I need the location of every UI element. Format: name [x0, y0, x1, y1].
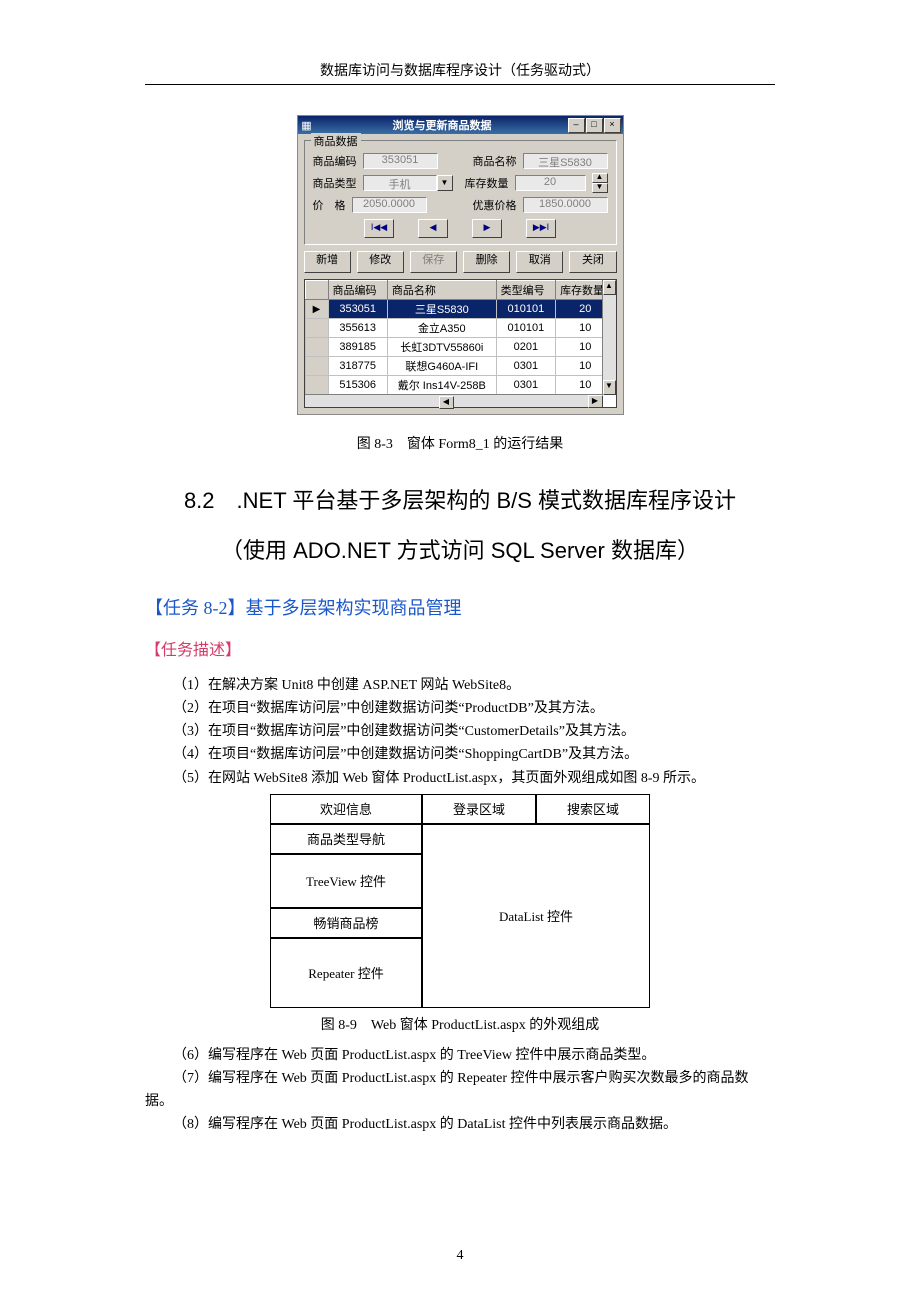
col-typeid[interactable]: 类型编号 [496, 281, 555, 300]
maximize-button[interactable]: □ [586, 118, 603, 133]
nav-prev-button[interactable]: ◀ [418, 219, 448, 238]
cell: 0301 [496, 357, 555, 376]
grid-row[interactable]: 515306 戴尔 Ins14V-258B 0301 10 [305, 376, 615, 395]
product-data-group: 商品数据 商品编码 353051 商品名称 三星S5830 商品类型 手机 ▼ … [304, 140, 617, 245]
delete-button[interactable]: 删除 [463, 251, 510, 273]
diagram-cell-hot: 畅销商品榜 [270, 908, 422, 938]
diagram-cell-welcome: 欢迎信息 [270, 794, 422, 824]
input-product-code[interactable]: 353051 [363, 153, 438, 169]
label-price: 价 格 [313, 197, 346, 213]
section-heading-line2: （使用 ADO.NET 方式访问 SQL Server 数据库） [145, 531, 775, 571]
grid-row[interactable]: 355613 金立A350 010101 10 [305, 319, 615, 338]
paragraph: （7）编写程序在 Web 页面 ProductList.aspx 的 Repea… [145, 1067, 775, 1113]
cell: 长虹3DTV55860i [387, 338, 496, 357]
running-header: 数据库访问与数据库程序设计（任务驱动式） [145, 60, 775, 80]
grid-row[interactable]: ▶ 353051 三星S5830 010101 20 [305, 300, 615, 319]
paragraph: （8）编写程序在 Web 页面 ProductList.aspx 的 DataL… [145, 1113, 775, 1136]
cell: 010101 [496, 319, 555, 338]
label-product-name: 商品名称 [473, 153, 517, 169]
page-number: 4 [0, 1248, 920, 1264]
col-code[interactable]: 商品编码 [328, 281, 387, 300]
label-promo-price: 优惠价格 [473, 197, 517, 213]
nav-first-button[interactable]: I◀◀ [364, 219, 394, 238]
vertical-scrollbar[interactable]: ▲ ▼ [602, 280, 616, 395]
scroll-right-icon[interactable]: ▶ [588, 395, 603, 408]
header-rule [145, 84, 775, 85]
cell: 戴尔 Ins14V-258B [387, 376, 496, 395]
winform-title: 浏览与更新商品数据 [314, 117, 568, 133]
figure-8-3: ▦ 浏览与更新商品数据 – □ × 商品数据 商品编码 353051 商品名称 … [145, 115, 775, 415]
cell: 010101 [496, 300, 555, 319]
input-product-name[interactable]: 三星S5830 [523, 153, 608, 169]
col-name[interactable]: 商品名称 [387, 281, 496, 300]
nav-last-button[interactable]: ▶▶I [526, 219, 556, 238]
combo-product-type-value: 手机 [363, 175, 437, 191]
figure-8-3-caption: 图 8-3 窗体 Form8_1 的运行结果 [145, 433, 775, 453]
label-product-type: 商品类型 [313, 175, 357, 191]
diagram-cell-nav: 商品类型导航 [270, 824, 422, 854]
input-price[interactable]: 2050.0000 [352, 197, 427, 213]
winform: ▦ 浏览与更新商品数据 – □ × 商品数据 商品编码 353051 商品名称 … [297, 115, 624, 415]
cell: 三星S5830 [387, 300, 496, 319]
task-heading: 【任务 8-2】基于多层架构实现商品管理 [145, 594, 775, 620]
paragraph: （3）在项目“数据库访问层”中创建数据访问类“CustomerDetails”及… [145, 720, 775, 743]
horizontal-scrollbar[interactable]: ◀ ▶ [305, 394, 603, 407]
chevron-down-icon[interactable]: ▼ [437, 175, 453, 191]
cell: 0201 [496, 338, 555, 357]
cell: 联想G460A-IFI [387, 357, 496, 376]
winform-icon: ▦ [300, 119, 314, 132]
diagram-cell-datalist: DataList 控件 [422, 824, 650, 1008]
scroll-left-icon[interactable]: ◀ [439, 396, 454, 409]
spin-down-icon[interactable]: ▼ [592, 183, 608, 193]
paragraph: （4）在项目“数据库访问层”中创建数据访问类“ShoppingCartDB”及其… [145, 743, 775, 766]
data-grid[interactable]: 商品编码 商品名称 类型编号 库存数量 ▶ 353051 三星S5830 010… [304, 279, 617, 408]
cell: 金立A350 [387, 319, 496, 338]
grid-header-row: 商品编码 商品名称 类型编号 库存数量 [305, 281, 615, 300]
cell: 389185 [328, 338, 387, 357]
combo-product-type[interactable]: 手机 ▼ [363, 175, 453, 191]
minimize-button[interactable]: – [568, 118, 585, 133]
diagram-cell-login: 登录区域 [422, 794, 536, 824]
label-product-code: 商品编码 [313, 153, 357, 169]
close-form-button[interactable]: 关闭 [569, 251, 616, 273]
nav-next-button[interactable]: ▶ [472, 219, 502, 238]
add-button[interactable]: 新增 [304, 251, 351, 273]
edit-button[interactable]: 修改 [357, 251, 404, 273]
label-stock-qty: 库存数量 [465, 175, 509, 191]
save-button[interactable]: 保存 [410, 251, 457, 273]
grid-row[interactable]: 389185 长虹3DTV55860i 0201 10 [305, 338, 615, 357]
cell: 355613 [328, 319, 387, 338]
section-heading-line1: 8.2 .NET 平台基于多层架构的 B/S 模式数据库程序设计 [145, 481, 775, 521]
row-pointer-icon: ▶ [313, 304, 321, 315]
grid-row[interactable]: 318775 联想G460A-IFI 0301 10 [305, 357, 615, 376]
diagram-cell-treeview: TreeView 控件 [270, 854, 422, 908]
cell: 318775 [328, 357, 387, 376]
figure-8-9-caption: 图 8-9 Web 窗体 ProductList.aspx 的外观组成 [145, 1014, 775, 1034]
group-title: 商品数据 [311, 133, 361, 149]
scroll-up-icon[interactable]: ▲ [603, 280, 616, 295]
paragraph: （6）编写程序在 Web 页面 ProductList.aspx 的 TreeV… [145, 1044, 775, 1067]
cell: 515306 [328, 376, 387, 395]
close-button[interactable]: × [604, 118, 621, 133]
figure-8-9: 欢迎信息 登录区域 搜索区域 商品类型导航 DataList 控件 TreeVi… [270, 794, 650, 1008]
scroll-down-icon[interactable]: ▼ [603, 380, 616, 395]
input-promo-price[interactable]: 1850.0000 [523, 197, 608, 213]
diagram-cell-search: 搜索区域 [536, 794, 650, 824]
cell: 0301 [496, 376, 555, 395]
task-desc-heading: 【任务描述】 [145, 636, 775, 660]
paragraph: （2）在项目“数据库访问层”中创建数据访问类“ProductDB”及其方法。 [145, 697, 775, 720]
stock-qty-spinner[interactable]: ▲ ▼ [592, 173, 608, 193]
diagram-cell-repeater: Repeater 控件 [270, 938, 422, 1008]
cancel-button[interactable]: 取消 [516, 251, 563, 273]
paragraph: （1）在解决方案 Unit8 中创建 ASP.NET 网站 WebSite8。 [145, 674, 775, 697]
winform-titlebar: ▦ 浏览与更新商品数据 – □ × [298, 116, 623, 134]
cell: 353051 [328, 300, 387, 319]
input-stock-qty[interactable]: 20 [515, 175, 586, 191]
paragraph: （5）在网站 WebSite8 添加 Web 窗体 ProductList.as… [145, 767, 775, 790]
